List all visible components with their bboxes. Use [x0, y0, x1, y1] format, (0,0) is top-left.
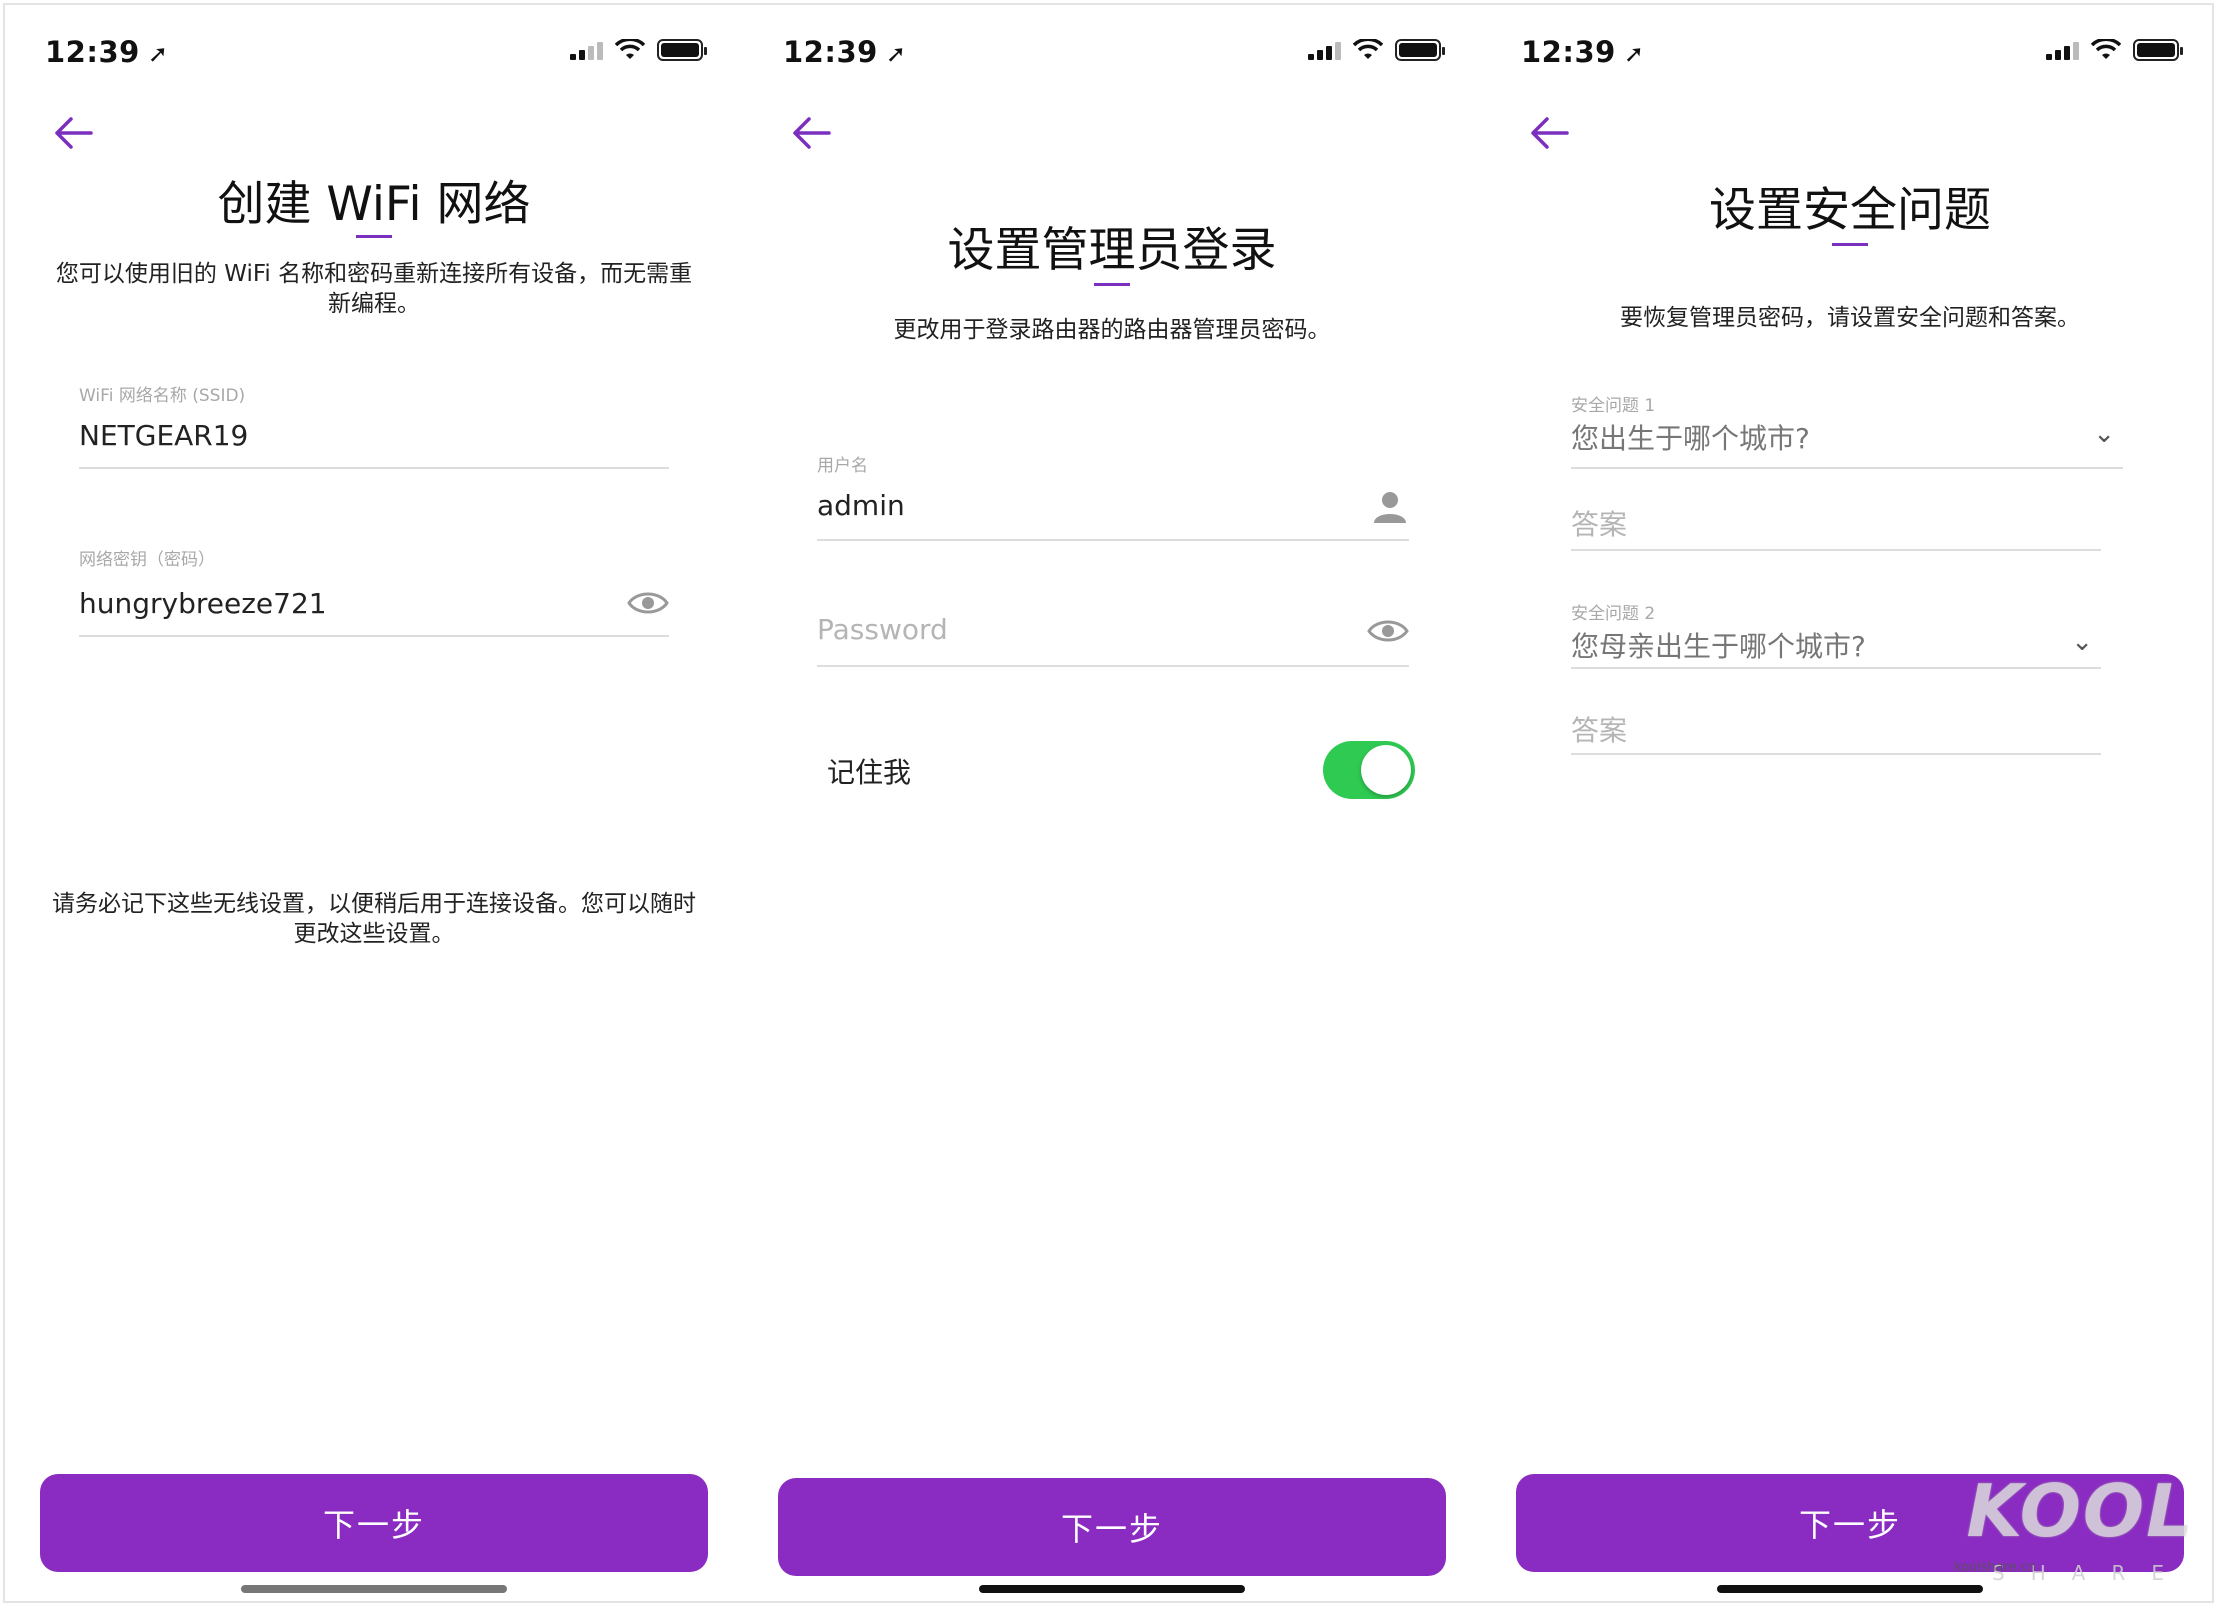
- title-underline: [356, 235, 392, 238]
- home-indicator: [241, 1585, 507, 1593]
- security-question-2-value: 您母亲出生于哪个城市?: [1571, 630, 1866, 663]
- network-key-field[interactable]: 网络密钥（密码） hungrybreeze721: [79, 545, 669, 637]
- title-underline: [1094, 283, 1130, 286]
- battery-icon: [2133, 39, 2183, 61]
- page-title: 设置管理员登录: [947, 223, 1277, 278]
- back-arrow-icon[interactable]: [51, 113, 95, 153]
- wifi-icon: [615, 39, 645, 59]
- cellular-signal-icon: [2046, 40, 2079, 60]
- home-indicator: [1717, 1585, 1983, 1593]
- status-icons: [1308, 39, 1445, 61]
- chevron-down-icon: ⌄: [2071, 627, 2093, 657]
- page-description: 您可以使用旧的 WiFi 名称和密码重新连接所有设备，而无需重新编程。: [55, 261, 693, 317]
- next-button[interactable]: 下一步: [778, 1478, 1446, 1576]
- security-question-1-select[interactable]: 安全问题 1 您出生于哪个城市? ⌄: [1571, 391, 2123, 469]
- chevron-down-icon: ⌄: [2093, 419, 2115, 449]
- title-underline: [1832, 243, 1868, 246]
- security-question-1-label: 安全问题 1: [1571, 396, 1656, 416]
- password-placeholder: Password: [817, 613, 948, 646]
- screen-create-wifi: 12:39 ➚ 创建 WiFi 网络 您可以使用旧的 WiFi 名称和密码重新连接…: [5, 5, 743, 1605]
- watermark-brand: KOOL: [1966, 1469, 2194, 1553]
- username-value: admin: [817, 489, 905, 522]
- status-icons: [2046, 39, 2183, 61]
- status-icons: [570, 39, 707, 61]
- security-question-2-select[interactable]: 安全问题 2 您母亲出生于哪个城市? ⌄: [1571, 599, 2101, 669]
- battery-icon: [1395, 39, 1445, 61]
- cellular-signal-icon: [1308, 40, 1341, 60]
- page-title: 设置安全问题: [1709, 183, 1991, 238]
- username-label: 用户名: [817, 456, 868, 476]
- cellular-signal-icon: [570, 40, 603, 60]
- screenshot-frame: 12:39 ➚ 创建 WiFi 网络 您可以使用旧的 WiFi 名称和密码重新连接…: [3, 3, 2214, 1603]
- answer-1-placeholder: 答案: [1571, 508, 1628, 541]
- security-question-2-label: 安全问题 2: [1571, 604, 1656, 624]
- watermark-site: koolshare.cn: [1954, 1560, 2037, 1575]
- network-key-label: 网络密钥（密码）: [79, 550, 215, 570]
- remember-me-toggle[interactable]: [1323, 741, 1415, 799]
- network-key-value: hungrybreeze721: [79, 587, 327, 620]
- password-field[interactable]: Password: [817, 605, 1409, 667]
- wifi-icon: [2091, 39, 2121, 59]
- back-arrow-icon[interactable]: [789, 113, 833, 153]
- answer-2-input[interactable]: 答案: [1571, 707, 2101, 755]
- eye-icon[interactable]: [627, 589, 669, 617]
- screen-security-questions: 12:39 ➚ 设置安全问题 要恢复管理员密码，请设置安全问题和答案。 安全问题 …: [1481, 5, 2219, 1605]
- user-icon: [1374, 492, 1406, 523]
- wifi-icon: [1353, 39, 1383, 59]
- next-button[interactable]: 下一步: [40, 1474, 708, 1572]
- remember-me-label: 记住我: [827, 756, 912, 789]
- screen-admin-login: 12:39 ➚ 设置管理员登录 更改用于登录路由器的路由器管理员密码。 用户名 a…: [743, 5, 1481, 1605]
- eye-icon[interactable]: [1367, 617, 1409, 645]
- page-description: 更改用于登录路由器的路由器管理员密码。: [893, 317, 1331, 343]
- ssid-label: WiFi 网络名称 (SSID): [79, 386, 246, 406]
- security-question-1-value: 您出生于哪个城市?: [1571, 422, 1810, 455]
- ssid-value: NETGEAR19: [79, 419, 249, 452]
- toggle-knob: [1361, 745, 1411, 795]
- answer-2-placeholder: 答案: [1571, 714, 1628, 747]
- location-icon: ➚: [147, 40, 169, 68]
- username-field[interactable]: 用户名 admin: [817, 451, 1409, 541]
- status-time: 12:39 ➚: [1521, 35, 1645, 69]
- settings-note: 请务必记下这些无线设置，以便稍后用于连接设备。您可以随时更改这些设置。: [52, 891, 696, 947]
- koolshare-watermark: KOOL SHARE koolshare.cn: [1954, 1469, 2194, 1589]
- page-description: 要恢复管理员密码，请设置安全问题和答案。: [1620, 305, 2080, 331]
- ssid-field[interactable]: WiFi 网络名称 (SSID) NETGEAR19: [79, 381, 669, 469]
- location-icon: ➚: [1623, 40, 1645, 68]
- battery-icon: [657, 39, 707, 61]
- answer-1-input[interactable]: 答案: [1571, 501, 2101, 551]
- home-indicator: [979, 1585, 1245, 1593]
- status-time: 12:39 ➚: [45, 35, 169, 69]
- status-time: 12:39 ➚: [783, 35, 907, 69]
- location-icon: ➚: [885, 40, 907, 68]
- page-title: 创建 WiFi 网络: [217, 177, 531, 232]
- back-arrow-icon[interactable]: [1527, 113, 1571, 153]
